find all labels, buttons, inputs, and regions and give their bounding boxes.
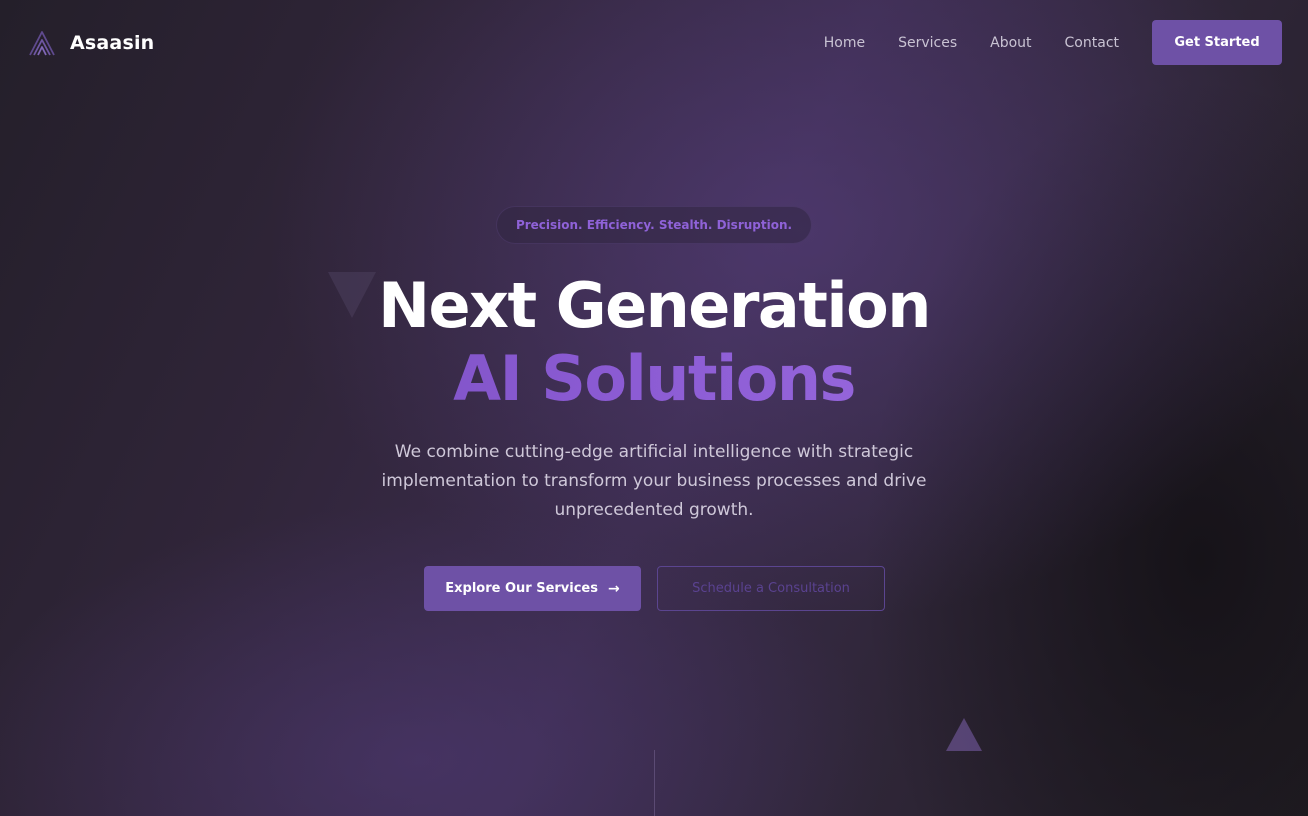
hero-description: We combine cutting-edge artificial intel… bbox=[381, 442, 927, 520]
brand-name: Asaasin bbox=[70, 32, 155, 54]
brand[interactable]: Asaasin bbox=[28, 28, 154, 58]
site-header: Asaasin Home Services About Contact Get … bbox=[0, 0, 1308, 86]
decorative-divider-line bbox=[654, 750, 655, 816]
nav-link-about[interactable]: About bbox=[990, 35, 1031, 51]
nav-link-services[interactable]: Services bbox=[898, 35, 957, 51]
explore-services-label: Explore Our Services bbox=[445, 581, 598, 596]
tagline-badge: Precision. Efficiency. Stealth. Disrupti… bbox=[496, 206, 812, 244]
explore-services-button[interactable]: Explore Our Services → bbox=[424, 566, 641, 611]
decorative-triangle-icon bbox=[946, 718, 982, 751]
get-started-button[interactable]: Get Started bbox=[1152, 20, 1282, 65]
hero-section: Precision. Efficiency. Stealth. Disrupti… bbox=[0, 0, 1308, 816]
stacked-triangle-logo-icon bbox=[29, 31, 55, 56]
nav-link-contact[interactable]: Contact bbox=[1065, 35, 1119, 51]
nav-link-home[interactable]: Home bbox=[824, 35, 865, 51]
schedule-consultation-button[interactable]: Schedule a Consultation bbox=[657, 566, 885, 611]
headline-accent: AI Solutions bbox=[0, 336, 1308, 422]
main-nav: Home Services About Contact Get Started bbox=[824, 20, 1282, 65]
arrow-right-icon: → bbox=[608, 580, 620, 597]
